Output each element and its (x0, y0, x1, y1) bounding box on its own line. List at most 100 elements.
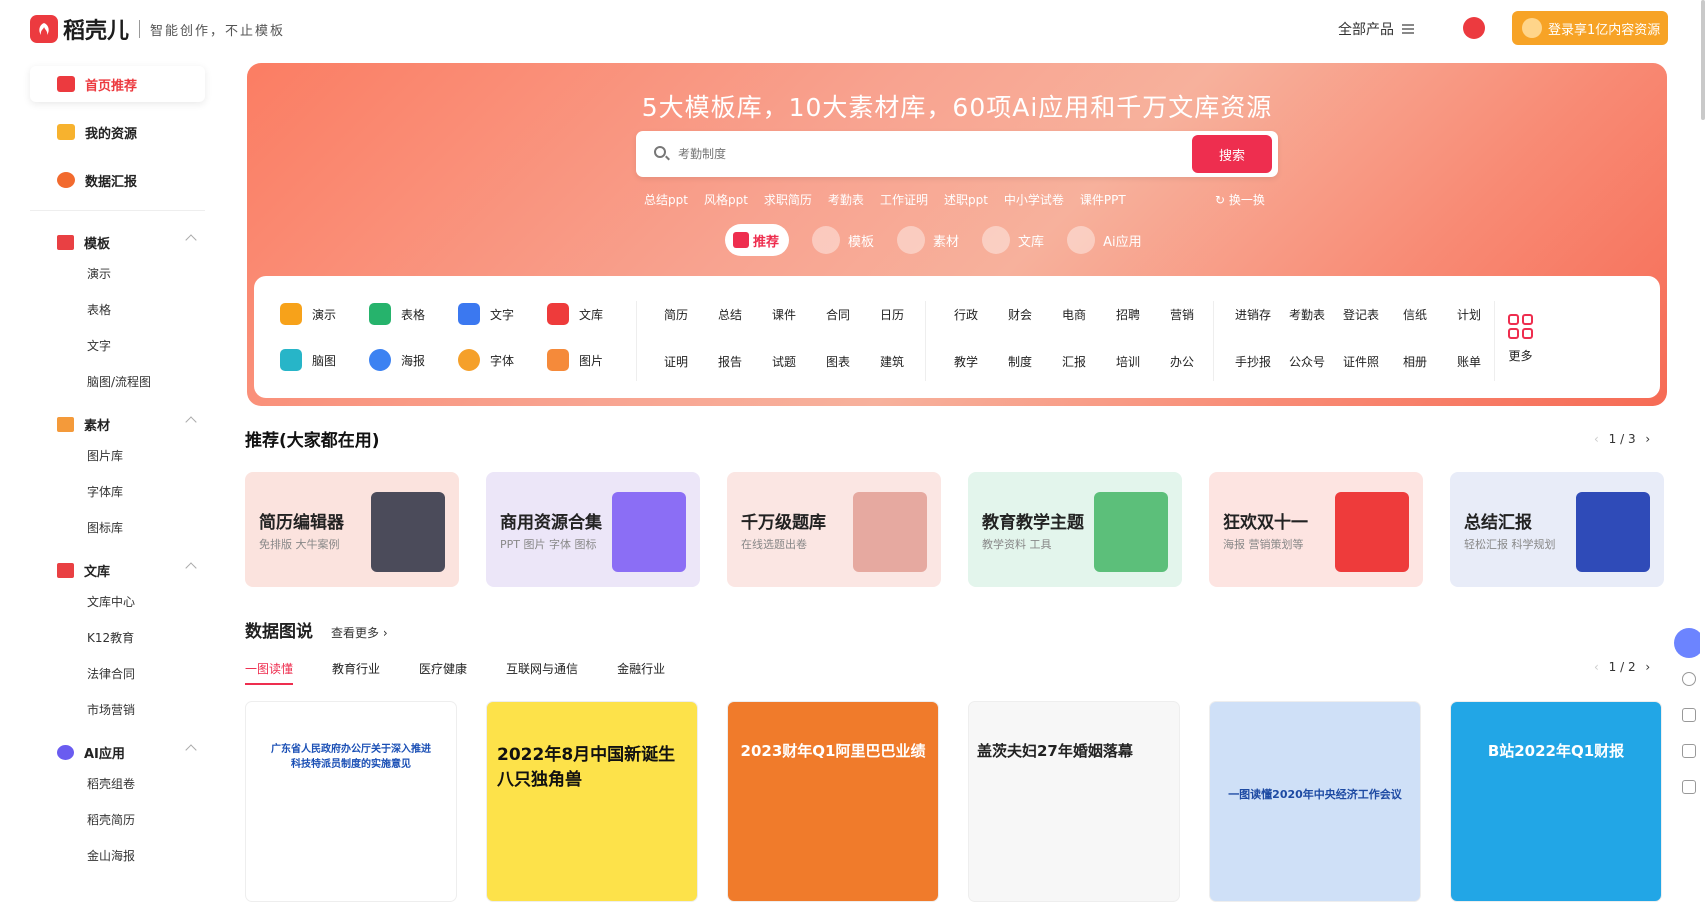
tool-font[interactable]: 字体 (458, 347, 547, 373)
keyword-link[interactable]: 手抄报 (1226, 353, 1280, 370)
sidebar-item-image-library[interactable]: 图片库 (30, 439, 205, 475)
tab-education[interactable]: 教育行业 (332, 660, 380, 685)
keyword-link[interactable]: 建筑 (865, 353, 919, 370)
sidebar-item-data-report[interactable]: 数据汇报 (30, 162, 205, 198)
sidebar-item-home[interactable]: 首页推荐 (30, 66, 205, 102)
keyword-link[interactable]: 电商 (1047, 306, 1101, 323)
tab-recommend[interactable]: 推荐 (725, 224, 790, 256)
recommend-card[interactable]: 总结汇报 轻松汇报 科学规划 (1450, 472, 1664, 587)
next-icon[interactable]: › (1645, 660, 1650, 674)
sidebar-item-library-center[interactable]: 文库中心 (30, 585, 205, 621)
keyword-link[interactable]: 制度 (993, 353, 1047, 370)
sidebar-section-library[interactable]: 文库 (30, 555, 205, 585)
keyword-link[interactable]: 计划 (1442, 306, 1496, 323)
keyword-link[interactable]: 相册 (1388, 353, 1442, 370)
data-card[interactable]: B站2022年Q1财报 (1450, 701, 1662, 902)
prev-icon[interactable]: ‹ (1594, 432, 1599, 446)
hot-word[interactable]: 求职简历 (764, 191, 812, 208)
sidebar-section-materials[interactable]: 素材 (30, 409, 205, 439)
sidebar-item-resume[interactable]: 稻壳简历 (30, 803, 205, 839)
sidebar-item-font-library[interactable]: 字体库 (30, 475, 205, 511)
data-card[interactable]: 2023财年Q1阿里巴巴业绩 (727, 701, 939, 902)
download-icon[interactable] (1682, 744, 1696, 758)
tool-poster[interactable]: 海报 (369, 347, 458, 373)
tab-ai-apps[interactable]: Ai应用 (1067, 224, 1142, 256)
sidebar-item-presentation[interactable]: 演示 (30, 257, 205, 293)
keyword-link[interactable]: 总结 (703, 306, 757, 323)
keyword-link[interactable]: 信纸 (1388, 306, 1442, 323)
recommend-card[interactable]: 狂欢双十一 海报 营销策划等 (1209, 472, 1423, 587)
tab-library[interactable]: 文库 (982, 224, 1044, 256)
scrollbar-thumb[interactable] (1701, 0, 1705, 120)
hot-word[interactable]: 述职ppt (944, 191, 988, 208)
sidebar-item-mindmap[interactable]: 脑图/流程图 (30, 365, 205, 401)
tool-presentation[interactable]: 演示 (280, 301, 369, 327)
recommend-pager[interactable]: ‹ 1 / 3 › (1594, 432, 1650, 446)
keyword-link[interactable]: 简历 (649, 306, 703, 323)
data-card[interactable]: 2022年8月中国新诞生八只独角兽 (486, 701, 698, 902)
tool-image[interactable]: 图片 (547, 347, 636, 373)
keyword-link[interactable]: 汇报 (1047, 353, 1101, 370)
keyword-link[interactable]: 图表 (811, 353, 865, 370)
keyword-link[interactable]: 报告 (703, 353, 757, 370)
sidebar-item-k12[interactable]: K12教育 (30, 621, 205, 657)
keyword-link[interactable]: 办公 (1155, 353, 1209, 370)
message-icon[interactable] (1682, 708, 1696, 722)
tab-one-chart[interactable]: 一图读懂 (245, 660, 294, 685)
keyword-link[interactable]: 进销存 (1226, 306, 1280, 323)
hot-word[interactable]: 考勤表 (828, 191, 864, 208)
sidebar-item-icon-library[interactable]: 图标库 (30, 511, 205, 547)
keyword-link[interactable]: 招聘 (1101, 306, 1155, 323)
keyword-link[interactable]: 证明 (649, 353, 703, 370)
tab-finance[interactable]: 金融行业 (617, 660, 665, 685)
qrcode-icon[interactable] (1682, 780, 1696, 794)
prev-icon[interactable]: ‹ (1594, 660, 1599, 674)
tool-document[interactable]: 文字 (458, 301, 547, 327)
sidebar-item-legal[interactable]: 法律合同 (30, 657, 205, 693)
sidebar-section-templates[interactable]: 模板 (30, 227, 205, 257)
keyword-link[interactable]: 日历 (865, 306, 919, 323)
hot-word[interactable]: 工作证明 (880, 191, 928, 208)
tab-materials[interactable]: 素材 (897, 224, 959, 256)
tool-mindmap[interactable]: 脑图 (280, 347, 369, 373)
more-button[interactable]: 更多 (1508, 314, 1533, 364)
keyword-link[interactable]: 账单 (1442, 353, 1496, 370)
keyword-link[interactable]: 证件照 (1334, 353, 1388, 370)
recommend-card[interactable]: 千万级题库 在线选题出卷 (727, 472, 941, 587)
recommend-card[interactable]: 商用资源合集 PPT 图片 字体 图标 (486, 472, 700, 587)
keyword-link[interactable]: 财会 (993, 306, 1047, 323)
data-card[interactable]: 一图读懂2020年中央经济工作会议 (1209, 701, 1421, 902)
search-button[interactable]: 搜索 (1192, 135, 1272, 173)
brand-icon[interactable] (1463, 17, 1485, 39)
next-icon[interactable]: › (1645, 432, 1650, 446)
keyword-link[interactable]: 合同 (811, 306, 865, 323)
see-more-link[interactable]: 查看更多 › (331, 624, 388, 641)
keyword-link[interactable]: 教学 (939, 353, 993, 370)
data-pager[interactable]: ‹ 1 / 2 › (1594, 660, 1650, 674)
data-card[interactable]: 盖茨夫妇27年婚姻落幕 (968, 701, 1180, 902)
sidebar-item-document[interactable]: 文字 (30, 329, 205, 365)
hot-word[interactable]: 课件PPT (1080, 191, 1126, 208)
all-products-menu[interactable]: 全部产品 (1338, 19, 1414, 39)
keyword-link[interactable]: 培训 (1101, 353, 1155, 370)
sidebar-item-poster[interactable]: 金山海报 (30, 839, 205, 875)
sidebar-item-spreadsheet[interactable]: 表格 (30, 293, 205, 329)
tab-healthcare[interactable]: 医疗健康 (419, 660, 467, 685)
refresh-button[interactable]: ↻ 换一换 (1215, 191, 1265, 208)
sidebar-item-exam[interactable]: 稻壳组卷 (30, 767, 205, 803)
hot-word[interactable]: 总结ppt (644, 191, 688, 208)
user-icon[interactable] (1682, 672, 1696, 686)
tab-templates[interactable]: 模板 (812, 224, 874, 256)
keyword-link[interactable]: 行政 (939, 306, 993, 323)
recommend-card[interactable]: 简历编辑器 免排版 大牛案例 (245, 472, 459, 587)
keyword-link[interactable]: 考勤表 (1280, 306, 1334, 323)
keyword-link[interactable]: 登记表 (1334, 306, 1388, 323)
sidebar-section-ai[interactable]: AI应用 (30, 737, 205, 767)
keyword-link[interactable]: 营销 (1155, 306, 1209, 323)
keyword-link[interactable]: 试题 (757, 353, 811, 370)
data-card[interactable]: 广东省人民政府办公厅关于深入推进科技特派员制度的实施意见 (245, 701, 457, 902)
login-button[interactable]: 登录享1亿内容资源 (1512, 11, 1668, 45)
keyword-link[interactable]: 公众号 (1280, 353, 1334, 370)
search-input[interactable] (678, 143, 1178, 165)
recommend-card[interactable]: 教育教学主题 教学资料 工具 (968, 472, 1182, 587)
